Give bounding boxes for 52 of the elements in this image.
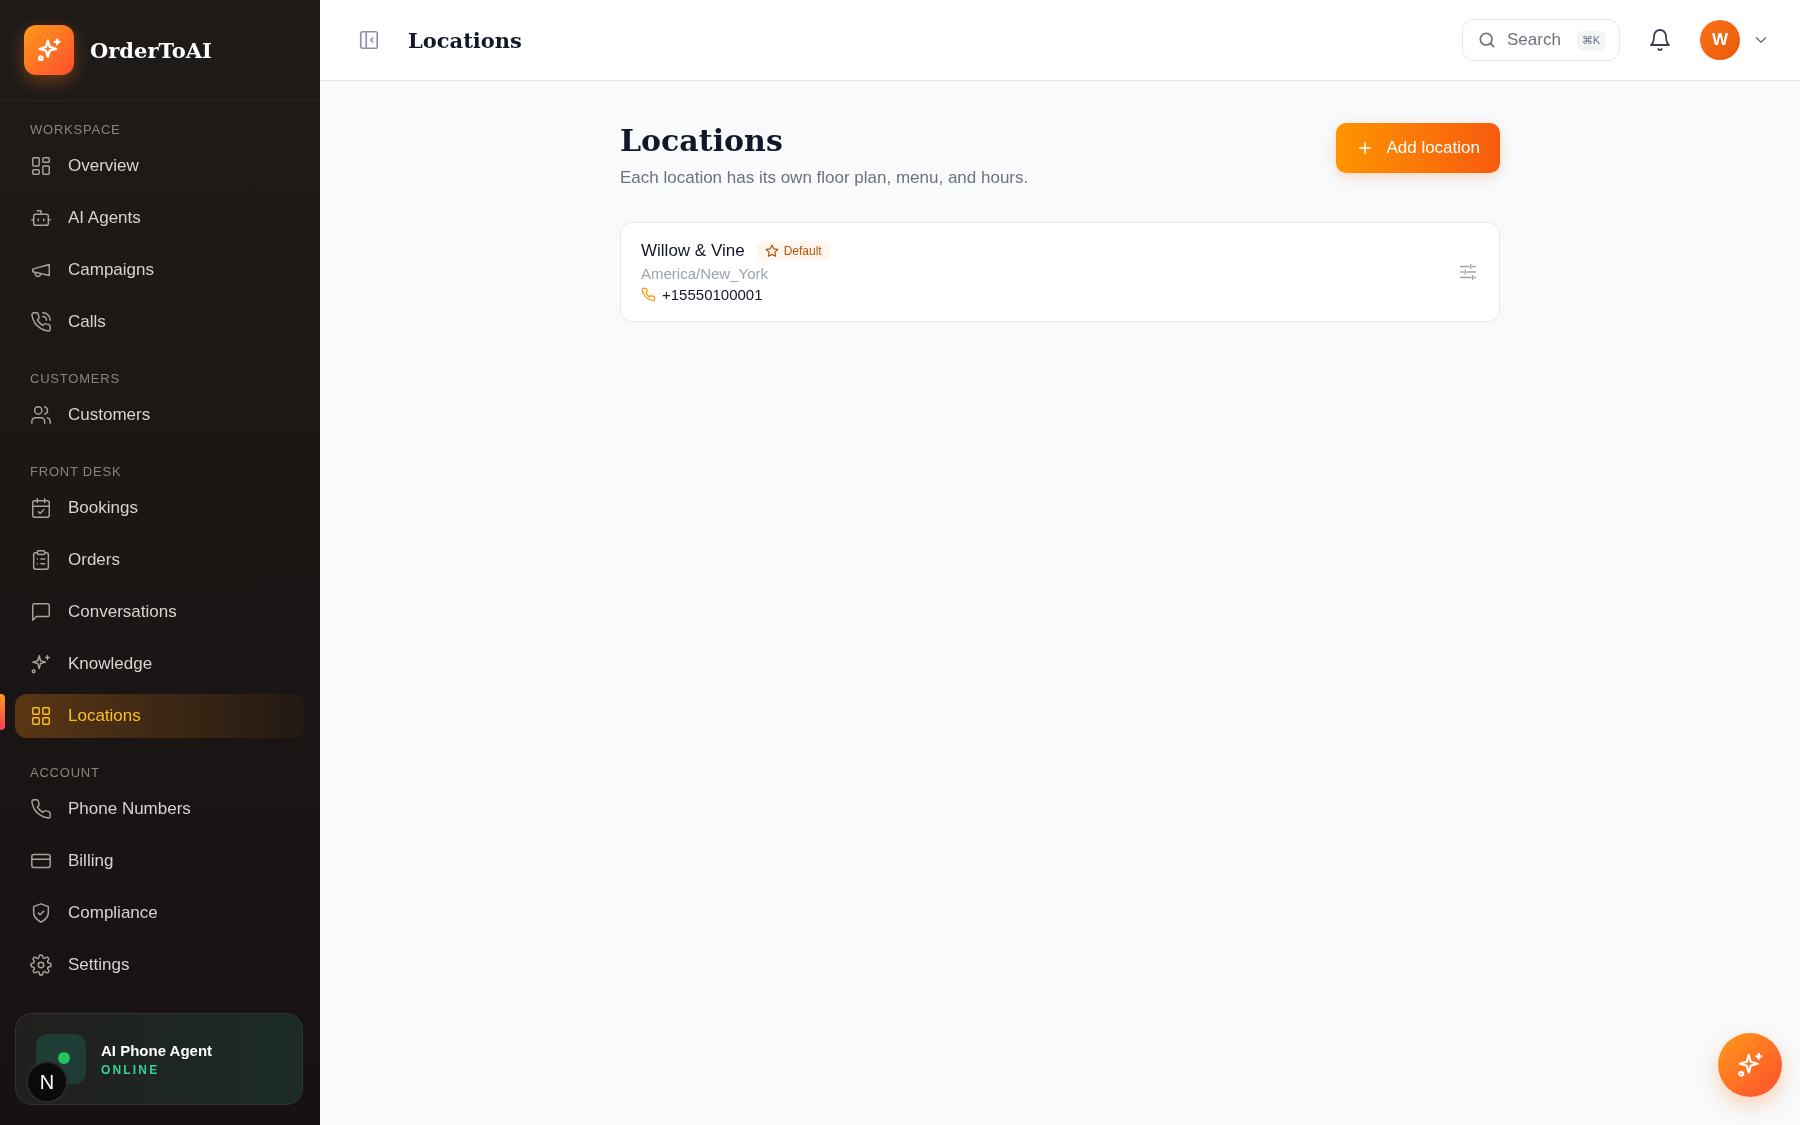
sidebar-item[interactable]: Conversations xyxy=(15,590,305,634)
page-subtitle: Each location has its own floor plan, menu, and hours. xyxy=(620,168,1029,188)
phone-icon xyxy=(641,287,656,302)
grid-icon xyxy=(30,705,52,727)
sidebar-item[interactable]: Overview xyxy=(15,144,305,188)
settings-icon xyxy=(30,954,52,976)
page-title: Locations xyxy=(620,123,784,158)
section-label: WORKSPACE xyxy=(29,121,122,139)
sidebar-item[interactable]: Settings xyxy=(15,943,305,987)
location-card[interactable]: Willow & Vine Default America/New_York +15550100001 xyxy=(620,222,1500,322)
section-label: CUSTOMERS xyxy=(29,370,121,388)
sidebar-item[interactable]: Knowledge xyxy=(15,642,305,686)
logo-icon xyxy=(24,25,74,75)
grid-icon xyxy=(30,155,52,177)
calendar-icon xyxy=(30,497,52,519)
users-icon xyxy=(30,404,52,426)
active-indicator xyxy=(0,694,5,730)
agent-status: ONLINE xyxy=(101,1062,161,1077)
robot-icon xyxy=(30,207,52,229)
sidebar-item[interactable]: AI Agents xyxy=(15,196,305,240)
app-name: OrderToAI xyxy=(90,37,212,63)
sidebar-item[interactable]: Calls xyxy=(15,300,305,344)
location-timezone: America/New_York xyxy=(641,265,769,282)
sparkles-icon xyxy=(1735,1050,1765,1080)
notifications-icon[interactable] xyxy=(1648,28,1672,52)
sliders-icon[interactable] xyxy=(1457,261,1479,283)
search-field[interactable]: Search ⌘K xyxy=(1462,19,1620,61)
phone-call-icon xyxy=(30,311,52,333)
sidebar-item[interactable]: Customers xyxy=(15,393,305,437)
sidebar-toggle-icon[interactable] xyxy=(358,29,380,51)
phone-icon xyxy=(30,798,52,820)
page-header-title: Locations xyxy=(408,27,523,53)
section-label: ACCOUNT xyxy=(29,764,101,782)
chat-bubble-icon xyxy=(30,601,52,623)
shield-check-icon xyxy=(30,902,52,924)
sidebar-item[interactable]: Locations xyxy=(15,694,305,738)
search-icon xyxy=(1477,30,1497,50)
sidebar-item[interactable]: Campaigns xyxy=(15,248,305,292)
sidebar-item[interactable]: Phone Numbers xyxy=(15,787,305,831)
agent-title: AI Phone Agent xyxy=(101,1041,213,1059)
shortcut-hint: ⌘K xyxy=(1576,30,1605,50)
location-phone: +15550100001 xyxy=(662,286,763,303)
clipboard-icon xyxy=(30,549,52,571)
sidebar-item[interactable]: Orders xyxy=(15,538,305,582)
location-name: Willow & Vine xyxy=(641,241,745,261)
sparkles-icon xyxy=(30,653,52,675)
sidebar-item[interactable]: Compliance xyxy=(15,891,305,935)
sidebar-item[interactable]: Billing xyxy=(15,839,305,883)
assistant-button[interactable] xyxy=(1718,1033,1782,1097)
default-badge: Default xyxy=(756,241,830,261)
section-label: FRONT DESK xyxy=(29,463,123,481)
sidebar-item[interactable]: Bookings xyxy=(15,486,305,530)
